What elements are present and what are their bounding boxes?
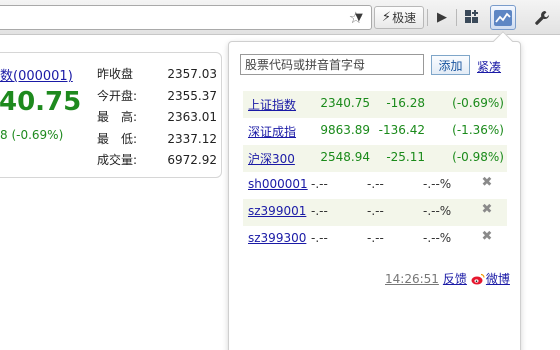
weibo-icon[interactable] xyxy=(471,273,485,285)
stock-change-percent: -.--% xyxy=(423,177,452,191)
stat-label: 最 低: xyxy=(97,131,138,146)
stock-change: -136.42 xyxy=(378,123,425,137)
index-price: 40.75 xyxy=(0,87,82,117)
stock-price: -.-- xyxy=(311,204,328,218)
wrench-icon[interactable] xyxy=(528,6,556,29)
index-summary-card: 数(000001) 40.75 8 (-0.69%) 昨收盘 2357.03 今… xyxy=(0,52,222,178)
stock-change-percent: -.--% xyxy=(423,204,452,218)
stock-change: -.-- xyxy=(367,231,384,245)
stock-name-link[interactable]: sz399001 xyxy=(248,204,306,218)
feedback-link[interactable]: 反馈 xyxy=(443,270,467,287)
speed-button[interactable]: ⚡ 极速 xyxy=(374,6,424,29)
stock-row: 沪深300 2548.94 -25.11 (-0.98%) xyxy=(243,145,507,172)
stock-row: sz399300 -.-- -.-- -.--% ✖ xyxy=(243,226,507,253)
stat-row: 昨收盘 2357.03 xyxy=(97,66,217,88)
stock-popup: 添加 紧凑 上证指数 2340.75 -16.28 (-0.69%) 深证成指 … xyxy=(228,41,521,350)
stat-label: 最 高: xyxy=(97,110,138,124)
play-icon[interactable]: ▶ xyxy=(431,6,453,29)
stat-row: 今开盘: 2355.37 xyxy=(97,88,217,110)
stat-label: 昨收盘 xyxy=(97,67,134,81)
stock-price: -.-- xyxy=(311,177,328,191)
stock-change: -16.28 xyxy=(386,96,425,110)
stat-label: 成交量: xyxy=(97,153,138,167)
stock-price: 2340.75 xyxy=(320,96,370,110)
index-change: 8 (-0.69%) xyxy=(0,128,64,142)
stat-value: 2337.12 xyxy=(167,131,217,146)
stock-name-link[interactable]: 沪深300 xyxy=(248,150,295,167)
stock-row: 上证指数 2340.75 -16.28 (-0.69%) xyxy=(243,91,507,118)
delete-icon[interactable]: ✖ xyxy=(480,229,494,244)
popup-footer: 14:26:51 反馈 微博 xyxy=(385,270,510,287)
stock-change-percent: (-1.36%) xyxy=(452,123,504,137)
stock-change: -.-- xyxy=(367,177,384,191)
stock-row: sh000001 -.-- -.-- -.--% ✖ xyxy=(243,172,507,199)
stock-price: 2548.94 xyxy=(320,150,370,164)
index-stats: 昨收盘 2357.03 今开盘: 2355.37 最 高: 2363.01 最 … xyxy=(97,66,217,174)
stat-row: 最 高: 2363.01 xyxy=(97,109,217,131)
compact-link[interactable]: 紧凑 xyxy=(477,58,501,75)
lightning-icon: ⚡ xyxy=(381,10,392,25)
stock-change: -25.11 xyxy=(386,150,425,164)
toolbar-divider xyxy=(427,9,428,26)
stock-price: 9863.89 xyxy=(320,123,370,137)
stock-change-percent: (-0.98%) xyxy=(452,150,504,164)
stock-name-link[interactable]: sh000001 xyxy=(248,177,308,191)
stock-name-link[interactable]: sz399300 xyxy=(248,231,306,245)
index-name-link[interactable]: 数(000001) xyxy=(0,65,73,84)
update-time[interactable]: 14:26:51 xyxy=(385,272,439,286)
address-bar[interactable]: ☆ xyxy=(0,5,372,30)
stock-list: 上证指数 2340.75 -16.28 (-0.69%) 深证成指 9863.8… xyxy=(243,91,507,253)
stock-change: -.-- xyxy=(367,204,384,218)
stat-value: 6972.92 xyxy=(167,153,217,167)
stock-chart-icon[interactable] xyxy=(490,5,516,30)
stat-value: 2363.01 xyxy=(167,110,217,124)
stock-change-percent: -.--% xyxy=(423,231,452,245)
stock-row: sz399001 -.-- -.-- -.--% ✖ xyxy=(243,199,507,226)
apps-icon[interactable] xyxy=(460,6,484,29)
stock-name-link[interactable]: 深证成指 xyxy=(248,123,296,140)
stat-row: 最 低: 2337.12 xyxy=(97,131,217,153)
delete-icon[interactable]: ✖ xyxy=(480,202,494,217)
delete-icon[interactable]: ✖ xyxy=(480,175,494,190)
weibo-link[interactable]: 微博 xyxy=(486,270,510,287)
stat-label: 今开盘: xyxy=(97,88,138,103)
stock-change-percent: (-0.69%) xyxy=(452,96,504,110)
chevron-down-icon[interactable]: ▼ xyxy=(349,6,369,29)
add-button[interactable]: 添加 xyxy=(431,55,470,75)
stock-search-input[interactable] xyxy=(240,54,424,75)
stock-price: -.-- xyxy=(311,231,328,245)
stat-value: 2355.37 xyxy=(167,88,217,103)
stock-row: 深证成指 9863.89 -136.42 (-1.36%) xyxy=(243,118,507,145)
speed-button-label: 极速 xyxy=(392,11,417,25)
stat-value: 2357.03 xyxy=(167,67,217,81)
toolbar-divider xyxy=(456,9,457,26)
browser-toolbar: ☆ ▼ ⚡ 极速 ▶ xyxy=(0,0,560,35)
stock-name-link[interactable]: 上证指数 xyxy=(248,96,296,113)
stat-row: 成交量: 6972.92 xyxy=(97,152,217,174)
